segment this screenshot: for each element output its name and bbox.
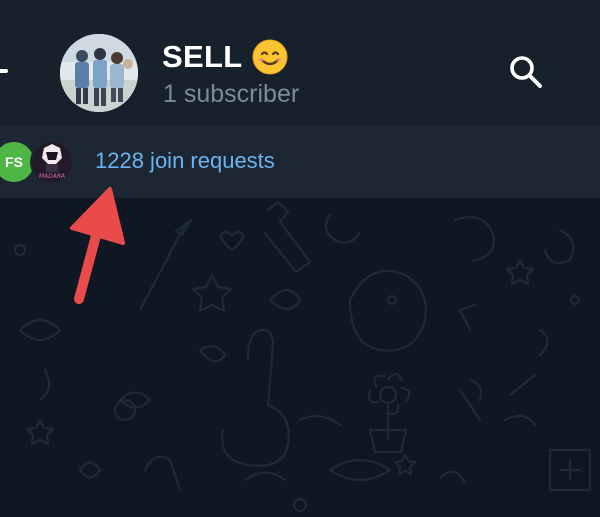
chat-background-pattern [13, 200, 592, 513]
channel-title-row[interactable]: SELL [162, 38, 288, 76]
channel-title: SELL [162, 39, 243, 74]
join-requests-link[interactable]: 1228 join requests [95, 148, 275, 174]
chat-header: SELL 1 subscriber [0, 0, 600, 126]
search-icon[interactable] [506, 52, 546, 92]
smiling-face-emoji-icon [252, 39, 288, 75]
requester-initials: FS [5, 154, 23, 170]
avatar-badge-text: MADARA [39, 173, 65, 180]
requester-avatar-photo: MADARA [30, 140, 74, 184]
channel-avatar[interactable] [60, 34, 138, 112]
join-requests-bar[interactable]: FS MADARA [0, 126, 600, 198]
back-arrow-icon[interactable] [0, 69, 8, 73]
subscriber-count: 1 subscriber [163, 80, 300, 108]
